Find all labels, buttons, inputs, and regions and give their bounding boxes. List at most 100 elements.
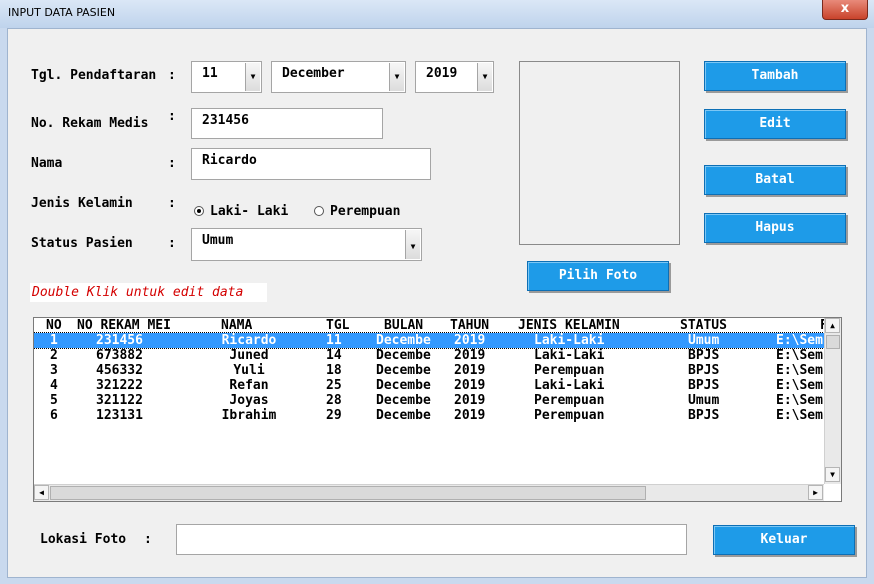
lokasi-colon: : (144, 532, 152, 547)
lokasi-foto-input[interactable] (176, 524, 687, 555)
chevron-down-icon[interactable]: ▼ (405, 230, 420, 259)
table-cell: Laki-Laki (534, 333, 605, 348)
horizontal-scrollbar[interactable]: ◀ ▶ (34, 484, 824, 501)
table-cell: 14 (326, 348, 342, 363)
table-cell: E:\Sem (776, 333, 823, 348)
table-cell: 6 (50, 408, 58, 423)
table-cell: Decembe (376, 393, 431, 408)
table-cell: 2019 (454, 333, 486, 348)
table-cell: E:\Sem (776, 348, 823, 363)
table-cell: BPJS (688, 363, 720, 378)
vertical-scrollbar[interactable]: ▲ ▼ (824, 318, 841, 484)
column-header-no-rekam[interactable]: NO REKAM MEI (77, 318, 170, 333)
table-cell: E:\Sem (776, 378, 823, 393)
table-cell: 2019 (454, 378, 486, 393)
table-cell: 2019 (454, 363, 486, 378)
month-select[interactable]: December ▼ (271, 61, 406, 93)
radio-checked-icon[interactable] (194, 206, 204, 216)
rekam-medis-input[interactable]: 231456 (191, 108, 383, 139)
tgl-pendaftaran-label: Tgl. Pendaftaran (31, 68, 157, 83)
scroll-down-icon[interactable]: ▼ (825, 467, 840, 482)
table-cell: E:\Sem (776, 408, 823, 423)
table-cell: 5 (50, 393, 58, 408)
table-row[interactable]: 4 321222 Refan 25 Decembe 2019 Laki-Laki BPJS E:… (34, 378, 824, 393)
table-cell: BPJS (688, 348, 720, 363)
table-row[interactable]: 6 123131 Ibrahim 29 Decembe 2019 Perempuan BPJS… (34, 408, 824, 423)
pilih-foto-button[interactable]: Pilih Foto (527, 261, 669, 291)
table-cell: E:\Sem (776, 363, 823, 378)
table-cell: Perempuan (534, 408, 605, 423)
radio-unchecked-icon[interactable] (314, 206, 324, 216)
table-cell: 123131 (96, 408, 143, 423)
table-row[interactable]: 1 231456 Ricardo 11 Decembe 2019 Laki-Laki Umum… (34, 332, 825, 349)
table-cell: Perempuan (534, 363, 605, 378)
scroll-left-icon[interactable]: ◀ (34, 485, 49, 500)
table-cell: 673882 (96, 348, 143, 363)
table-cell: Decembe (376, 378, 431, 393)
hapus-button[interactable]: Hapus (704, 213, 846, 243)
table-cell: BPJS (688, 408, 720, 423)
table-cell: 28 (326, 393, 342, 408)
day-value: 11 (202, 66, 218, 81)
table-cell: 2019 (454, 348, 486, 363)
table-cell: Perempuan (534, 393, 605, 408)
close-button[interactable]: x (822, 0, 868, 20)
scroll-up-icon[interactable]: ▲ (825, 318, 840, 333)
photo-preview (519, 61, 680, 245)
table-cell: Juned (229, 348, 269, 363)
horizontal-scroll-thumb[interactable] (50, 486, 646, 500)
status-select[interactable]: Umum ▼ (191, 228, 422, 261)
chevron-down-icon[interactable]: ▼ (389, 63, 404, 91)
scroll-right-icon[interactable]: ▶ (808, 485, 823, 500)
batal-button[interactable]: Batal (704, 165, 846, 195)
column-header-jenis-kelamin[interactable]: JENIS KELAMIN (518, 318, 620, 333)
radio-laki-laki-label: Laki- Laki (210, 204, 289, 219)
table-row[interactable]: 5 321122 Joyas 28 Decembe 2019 Perempuan Umum E:… (34, 393, 824, 408)
table-cell: Laki-Laki (534, 378, 605, 393)
keluar-button[interactable]: Keluar (713, 525, 855, 555)
status-pasien-label: Status Pasien (31, 236, 133, 251)
status-colon: : (168, 236, 176, 251)
nama-input[interactable]: Ricardo (191, 148, 431, 180)
radio-perempuan[interactable]: Perempuan (314, 203, 424, 221)
edit-button[interactable]: Edit (704, 109, 846, 139)
vertical-scroll-thumb[interactable] (826, 335, 840, 349)
table-cell: Umum (688, 333, 720, 348)
column-header-bulan[interactable]: BULAN (384, 318, 423, 333)
title-bar[interactable]: INPUT DATA PASIEN x (0, 0, 874, 28)
table-cell: Decembe (376, 408, 431, 423)
patient-list[interactable]: NO NO REKAM MEI NAMA TGL BULAN TAHUN JEN… (33, 317, 842, 502)
table-cell: Decembe (376, 348, 431, 363)
table-cell: 2 (50, 348, 58, 363)
table-cell: 231456 (96, 333, 143, 348)
year-select[interactable]: 2019 ▼ (415, 61, 494, 93)
day-select[interactable]: 11 ▼ (191, 61, 262, 93)
nama-label: Nama (31, 156, 63, 171)
close-icon: x (840, 1, 850, 16)
table-cell: 11 (326, 333, 342, 348)
column-header-tgl[interactable]: TGL (326, 318, 349, 333)
chevron-down-icon[interactable]: ▼ (245, 63, 260, 91)
table-row[interactable]: 3 456332 Yuli 18 Decembe 2019 Perempuan BPJS E:\… (34, 363, 824, 378)
no-rekam-medis-label: No. Rekam Medis (31, 116, 149, 131)
column-header-status[interactable]: STATUS (680, 318, 727, 333)
tambah-button[interactable]: Tambah (704, 61, 846, 91)
table-cell: 1 (50, 333, 58, 348)
chevron-down-icon[interactable]: ▼ (477, 63, 492, 91)
window-title: INPUT DATA PASIEN (8, 6, 116, 19)
table-cell: Ricardo (221, 333, 277, 348)
month-value: December (282, 66, 345, 81)
column-header-no[interactable]: NO (46, 318, 62, 333)
table-cell: Joyas (229, 393, 269, 408)
table-cell: 25 (326, 378, 342, 393)
column-header-nama[interactable]: NAMA (221, 318, 252, 333)
table-cell: 3 (50, 363, 58, 378)
column-header-tahun[interactable]: TAHUN (450, 318, 489, 333)
status-value: Umum (202, 233, 234, 248)
radio-laki-laki[interactable]: Laki- Laki (194, 203, 294, 221)
radio-perempuan-label: Perempuan (330, 204, 401, 219)
table-cell: Yuli (233, 363, 265, 378)
table-row[interactable]: 2 673882 Juned 14 Decembe 2019 Laki-Laki BPJS E:… (34, 348, 824, 363)
rm-colon: : (168, 109, 176, 124)
table-cell: 29 (326, 408, 342, 423)
